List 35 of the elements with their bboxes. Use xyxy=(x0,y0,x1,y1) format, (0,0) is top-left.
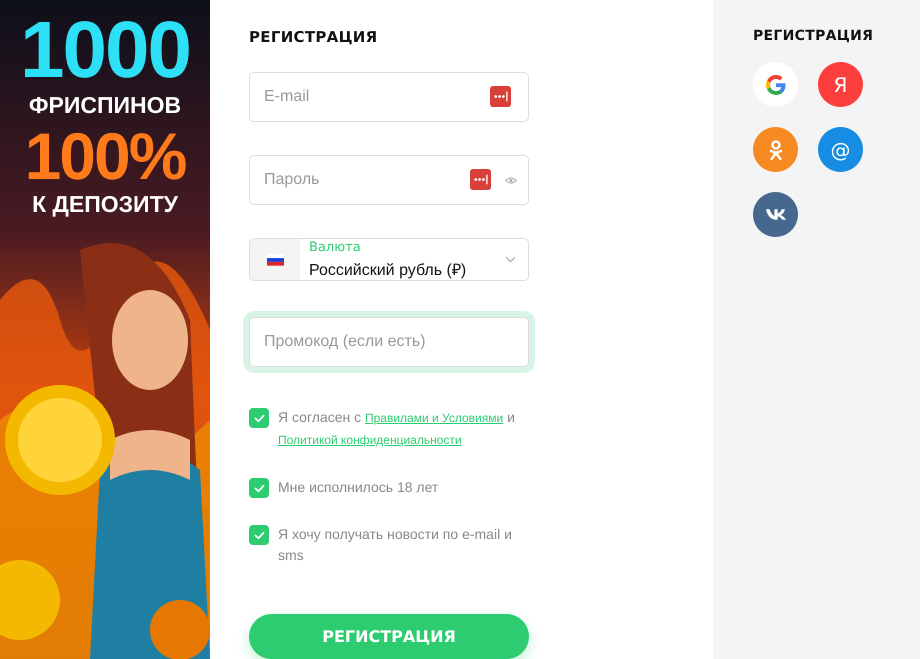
input-field[interactable]: Промокод (если есть) xyxy=(249,317,529,368)
banner-headline: 1000 xyxy=(20,10,190,90)
form-title: РЕГИСТРАЦИЯ xyxy=(249,28,379,46)
input-field[interactable]: E-mail xyxy=(249,72,529,122)
password-manager-icon[interactable] xyxy=(470,169,491,190)
checkbox[interactable] xyxy=(249,408,269,428)
text-link[interactable]: Правилами и Условиями xyxy=(365,411,504,426)
field-label: Валюта xyxy=(309,240,361,255)
checkbox-label: Я согласен с Правилами и Условиями и Политикой конфиденциальности xyxy=(278,408,516,450)
checkbox-label: Мне исполнилось 18 лет xyxy=(278,478,440,498)
checkbox[interactable] xyxy=(249,525,269,546)
check-icon xyxy=(254,484,264,493)
flag-icon xyxy=(266,254,284,266)
social-button[interactable]: @ xyxy=(818,127,863,172)
register-button[interactable]: РЕГИСТРАЦИЯ xyxy=(249,614,529,659)
check-icon xyxy=(254,530,264,540)
social-title: РЕГИСТРАЦИЯ xyxy=(753,28,874,44)
banner-headline: 100% xyxy=(24,123,186,189)
checkbox[interactable] xyxy=(249,478,269,498)
google-g-icon xyxy=(764,72,788,96)
input-field[interactable]: Пароль xyxy=(249,155,529,205)
check-icon xyxy=(254,414,264,423)
social-login-button[interactable] xyxy=(753,62,798,107)
field-value: Российский рубль (₽) xyxy=(309,260,466,280)
currency-select[interactable]: Валюта Российский рубль (₽) xyxy=(249,238,529,282)
chevron-icon xyxy=(505,256,516,264)
password-manager-icon[interactable] xyxy=(490,86,511,107)
banner-subtitle: К ДЕПОЗИТУ xyxy=(32,193,178,216)
checkbox-label: Я хочу получать новости по e-mail и sms xyxy=(278,525,513,566)
text-link[interactable]: Политикой конфиденциальности xyxy=(278,433,462,448)
social-login-button[interactable] xyxy=(753,127,798,172)
social-button[interactable]: Я xyxy=(818,62,863,107)
eye-icon[interactable] xyxy=(505,176,517,185)
social-login-button[interactable] xyxy=(753,192,798,237)
banner-subtitle: ФРИСПИНОВ xyxy=(28,94,182,117)
